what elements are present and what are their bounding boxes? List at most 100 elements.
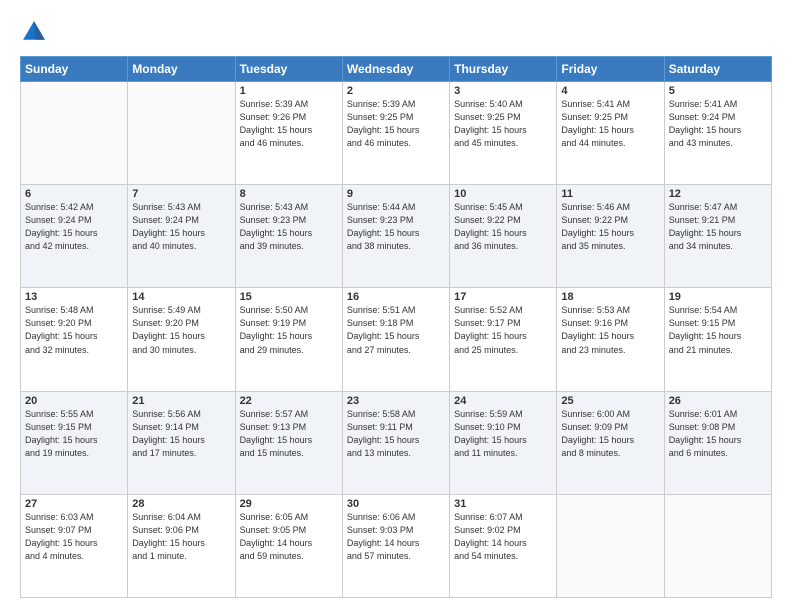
calendar-cell: 25Sunrise: 6:00 AM Sunset: 9:09 PM Dayli…	[557, 391, 664, 494]
calendar-week-row: 27Sunrise: 6:03 AM Sunset: 9:07 PM Dayli…	[21, 494, 772, 597]
calendar-cell: 22Sunrise: 5:57 AM Sunset: 9:13 PM Dayli…	[235, 391, 342, 494]
day-info: Sunrise: 5:48 AM Sunset: 9:20 PM Dayligh…	[25, 304, 123, 356]
calendar-cell	[21, 82, 128, 185]
calendar-cell: 21Sunrise: 5:56 AM Sunset: 9:14 PM Dayli…	[128, 391, 235, 494]
day-number: 23	[347, 395, 445, 407]
day-info: Sunrise: 6:04 AM Sunset: 9:06 PM Dayligh…	[132, 511, 230, 563]
day-number: 8	[240, 188, 338, 200]
calendar-week-row: 20Sunrise: 5:55 AM Sunset: 9:15 PM Dayli…	[21, 391, 772, 494]
calendar-day-header: Sunday	[21, 57, 128, 82]
day-number: 15	[240, 291, 338, 303]
day-number: 9	[347, 188, 445, 200]
calendar-day-header: Saturday	[664, 57, 771, 82]
calendar-cell: 17Sunrise: 5:52 AM Sunset: 9:17 PM Dayli…	[450, 288, 557, 391]
day-info: Sunrise: 6:06 AM Sunset: 9:03 PM Dayligh…	[347, 511, 445, 563]
day-number: 27	[25, 498, 123, 510]
day-info: Sunrise: 5:40 AM Sunset: 9:25 PM Dayligh…	[454, 98, 552, 150]
day-info: Sunrise: 5:39 AM Sunset: 9:25 PM Dayligh…	[347, 98, 445, 150]
day-number: 21	[132, 395, 230, 407]
day-info: Sunrise: 5:42 AM Sunset: 9:24 PM Dayligh…	[25, 201, 123, 253]
day-info: Sunrise: 5:55 AM Sunset: 9:15 PM Dayligh…	[25, 408, 123, 460]
logo	[20, 18, 52, 46]
calendar-cell: 18Sunrise: 5:53 AM Sunset: 9:16 PM Dayli…	[557, 288, 664, 391]
calendar-cell: 2Sunrise: 5:39 AM Sunset: 9:25 PM Daylig…	[342, 82, 449, 185]
calendar-week-row: 13Sunrise: 5:48 AM Sunset: 9:20 PM Dayli…	[21, 288, 772, 391]
calendar-cell: 26Sunrise: 6:01 AM Sunset: 9:08 PM Dayli…	[664, 391, 771, 494]
day-number: 29	[240, 498, 338, 510]
day-info: Sunrise: 5:53 AM Sunset: 9:16 PM Dayligh…	[561, 304, 659, 356]
calendar-cell	[128, 82, 235, 185]
day-number: 28	[132, 498, 230, 510]
day-info: Sunrise: 5:58 AM Sunset: 9:11 PM Dayligh…	[347, 408, 445, 460]
calendar-cell: 9Sunrise: 5:44 AM Sunset: 9:23 PM Daylig…	[342, 185, 449, 288]
day-number: 13	[25, 291, 123, 303]
day-info: Sunrise: 6:00 AM Sunset: 9:09 PM Dayligh…	[561, 408, 659, 460]
day-info: Sunrise: 6:05 AM Sunset: 9:05 PM Dayligh…	[240, 511, 338, 563]
day-info: Sunrise: 5:45 AM Sunset: 9:22 PM Dayligh…	[454, 201, 552, 253]
day-number: 20	[25, 395, 123, 407]
calendar-cell: 7Sunrise: 5:43 AM Sunset: 9:24 PM Daylig…	[128, 185, 235, 288]
calendar-cell: 8Sunrise: 5:43 AM Sunset: 9:23 PM Daylig…	[235, 185, 342, 288]
day-info: Sunrise: 5:49 AM Sunset: 9:20 PM Dayligh…	[132, 304, 230, 356]
day-number: 10	[454, 188, 552, 200]
day-info: Sunrise: 5:41 AM Sunset: 9:25 PM Dayligh…	[561, 98, 659, 150]
calendar-cell: 11Sunrise: 5:46 AM Sunset: 9:22 PM Dayli…	[557, 185, 664, 288]
day-number: 11	[561, 188, 659, 200]
calendar-cell: 4Sunrise: 5:41 AM Sunset: 9:25 PM Daylig…	[557, 82, 664, 185]
day-number: 2	[347, 85, 445, 97]
logo-icon	[20, 18, 48, 46]
calendar-day-header: Tuesday	[235, 57, 342, 82]
day-info: Sunrise: 6:07 AM Sunset: 9:02 PM Dayligh…	[454, 511, 552, 563]
header	[20, 18, 772, 46]
day-number: 17	[454, 291, 552, 303]
day-info: Sunrise: 5:59 AM Sunset: 9:10 PM Dayligh…	[454, 408, 552, 460]
day-info: Sunrise: 5:43 AM Sunset: 9:23 PM Dayligh…	[240, 201, 338, 253]
calendar-cell: 12Sunrise: 5:47 AM Sunset: 9:21 PM Dayli…	[664, 185, 771, 288]
day-info: Sunrise: 5:54 AM Sunset: 9:15 PM Dayligh…	[669, 304, 767, 356]
day-number: 1	[240, 85, 338, 97]
day-number: 12	[669, 188, 767, 200]
calendar-day-header: Thursday	[450, 57, 557, 82]
day-number: 4	[561, 85, 659, 97]
calendar-cell: 3Sunrise: 5:40 AM Sunset: 9:25 PM Daylig…	[450, 82, 557, 185]
day-info: Sunrise: 5:56 AM Sunset: 9:14 PM Dayligh…	[132, 408, 230, 460]
calendar-cell: 10Sunrise: 5:45 AM Sunset: 9:22 PM Dayli…	[450, 185, 557, 288]
day-number: 24	[454, 395, 552, 407]
day-number: 25	[561, 395, 659, 407]
day-info: Sunrise: 5:57 AM Sunset: 9:13 PM Dayligh…	[240, 408, 338, 460]
calendar-cell: 15Sunrise: 5:50 AM Sunset: 9:19 PM Dayli…	[235, 288, 342, 391]
calendar-cell: 14Sunrise: 5:49 AM Sunset: 9:20 PM Dayli…	[128, 288, 235, 391]
calendar-cell: 29Sunrise: 6:05 AM Sunset: 9:05 PM Dayli…	[235, 494, 342, 597]
calendar-day-header: Wednesday	[342, 57, 449, 82]
day-info: Sunrise: 6:01 AM Sunset: 9:08 PM Dayligh…	[669, 408, 767, 460]
calendar-cell: 31Sunrise: 6:07 AM Sunset: 9:02 PM Dayli…	[450, 494, 557, 597]
day-number: 5	[669, 85, 767, 97]
calendar-cell: 16Sunrise: 5:51 AM Sunset: 9:18 PM Dayli…	[342, 288, 449, 391]
page: SundayMondayTuesdayWednesdayThursdayFrid…	[0, 0, 792, 612]
calendar-day-header: Friday	[557, 57, 664, 82]
calendar-cell	[664, 494, 771, 597]
calendar-cell: 20Sunrise: 5:55 AM Sunset: 9:15 PM Dayli…	[21, 391, 128, 494]
calendar-cell: 5Sunrise: 5:41 AM Sunset: 9:24 PM Daylig…	[664, 82, 771, 185]
calendar-cell	[557, 494, 664, 597]
day-number: 7	[132, 188, 230, 200]
calendar-table: SundayMondayTuesdayWednesdayThursdayFrid…	[20, 56, 772, 598]
calendar-week-row: 6Sunrise: 5:42 AM Sunset: 9:24 PM Daylig…	[21, 185, 772, 288]
calendar-cell: 28Sunrise: 6:04 AM Sunset: 9:06 PM Dayli…	[128, 494, 235, 597]
calendar-cell: 6Sunrise: 5:42 AM Sunset: 9:24 PM Daylig…	[21, 185, 128, 288]
day-number: 14	[132, 291, 230, 303]
day-number: 6	[25, 188, 123, 200]
calendar-cell: 1Sunrise: 5:39 AM Sunset: 9:26 PM Daylig…	[235, 82, 342, 185]
day-info: Sunrise: 5:51 AM Sunset: 9:18 PM Dayligh…	[347, 304, 445, 356]
day-info: Sunrise: 5:43 AM Sunset: 9:24 PM Dayligh…	[132, 201, 230, 253]
calendar-cell: 24Sunrise: 5:59 AM Sunset: 9:10 PM Dayli…	[450, 391, 557, 494]
day-info: Sunrise: 5:46 AM Sunset: 9:22 PM Dayligh…	[561, 201, 659, 253]
calendar-cell: 23Sunrise: 5:58 AM Sunset: 9:11 PM Dayli…	[342, 391, 449, 494]
day-number: 30	[347, 498, 445, 510]
calendar-cell: 30Sunrise: 6:06 AM Sunset: 9:03 PM Dayli…	[342, 494, 449, 597]
calendar-cell: 19Sunrise: 5:54 AM Sunset: 9:15 PM Dayli…	[664, 288, 771, 391]
day-number: 18	[561, 291, 659, 303]
calendar-cell: 27Sunrise: 6:03 AM Sunset: 9:07 PM Dayli…	[21, 494, 128, 597]
day-info: Sunrise: 6:03 AM Sunset: 9:07 PM Dayligh…	[25, 511, 123, 563]
day-info: Sunrise: 5:50 AM Sunset: 9:19 PM Dayligh…	[240, 304, 338, 356]
